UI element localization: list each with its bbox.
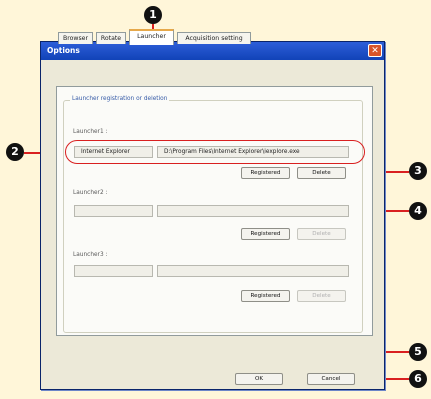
launcher2-path-field[interactable] <box>157 205 349 217</box>
tab-rotate[interactable]: Rotate <box>96 32 126 44</box>
launcher3-delete-button[interactable]: Delete <box>297 290 346 302</box>
tab-launcher[interactable]: Launcher <box>129 29 174 45</box>
callout-1: 1 <box>144 6 162 24</box>
callout-6: 6 <box>409 370 427 388</box>
close-button[interactable]: ✕ <box>368 44 382 57</box>
cancel-button[interactable]: Cancel <box>307 373 355 385</box>
launcher1-delete-button[interactable]: Delete <box>297 167 346 179</box>
callout-5: 5 <box>409 343 427 361</box>
launcher3-registered-button[interactable]: Registered <box>241 290 290 302</box>
launcher2-registered-button[interactable]: Registered <box>241 228 290 240</box>
launcher2-delete-button[interactable]: Delete <box>297 228 346 240</box>
tab-acquisition-setting[interactable]: Acquisition setting <box>177 32 251 44</box>
launcher1-registered-button[interactable]: Registered <box>241 167 290 179</box>
launcher3-path-field[interactable] <box>157 265 349 277</box>
window-title: Options <box>47 46 80 55</box>
callout-3: 3 <box>409 162 427 180</box>
launcher2-label: Launcher2 : <box>73 190 108 196</box>
ok-button[interactable]: OK <box>235 373 283 385</box>
callout-4: 4 <box>409 202 427 220</box>
launcher1-label: Launcher1 : <box>73 129 108 135</box>
close-icon: ✕ <box>371 46 379 56</box>
launcher3-label: Launcher3 : <box>73 252 108 258</box>
callout-2-highlight <box>65 140 365 164</box>
launcher3-name-field[interactable] <box>74 265 153 277</box>
tab-browser[interactable]: Browser <box>58 32 93 44</box>
callout-2: 2 <box>6 143 24 161</box>
launcher2-name-field[interactable] <box>74 205 153 217</box>
group-title: Launcher registration or deletion <box>70 96 170 102</box>
